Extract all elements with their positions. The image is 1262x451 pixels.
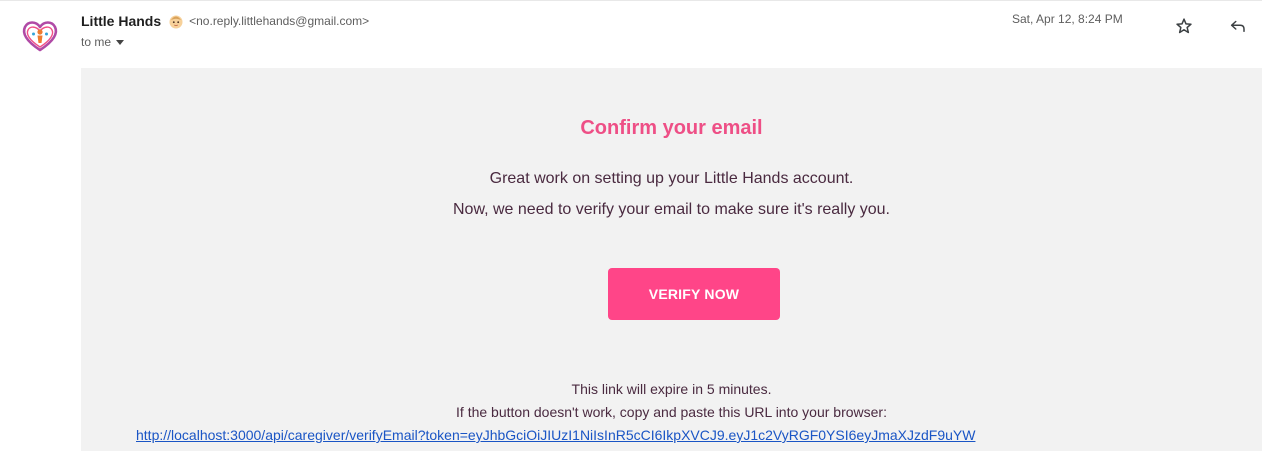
- star-button[interactable]: [1170, 12, 1198, 40]
- top-divider: [0, 0, 1262, 1]
- recipient-details-toggle[interactable]: to me: [81, 32, 125, 52]
- little-hands-heart-logo-icon: [22, 21, 58, 52]
- email-body: Confirm your email Great work on setting…: [81, 68, 1262, 451]
- recipient-label: to me: [81, 35, 112, 49]
- star-icon: [1176, 18, 1192, 34]
- sender-avatar[interactable]: [20, 16, 60, 56]
- baby-icon: [169, 15, 183, 29]
- caret-down-icon: [116, 39, 125, 45]
- sender-email: <no.reply.littlehands@gmail.com>: [189, 14, 370, 28]
- verify-now-button[interactable]: VERIFY NOW: [608, 268, 780, 320]
- reply-icon: [1230, 20, 1245, 32]
- sender-line: Little Hands <no.reply.littlehands@gmail…: [81, 11, 369, 31]
- verify-url-link[interactable]: http://localhost:3000/api/caregiver/veri…: [136, 427, 975, 443]
- reply-button[interactable]: [1224, 12, 1252, 40]
- fallback-instructions: If the button doesn't work, copy and pas…: [456, 404, 887, 420]
- message-line-1: Great work on setting up your Little Han…: [489, 170, 854, 187]
- email-title: Confirm your email: [580, 117, 763, 139]
- sender-name[interactable]: Little Hands: [81, 13, 161, 29]
- expiry-text: This link will expire in 5 minutes.: [571, 381, 772, 397]
- message-line-2: Now, we need to verify your email to mak…: [452, 201, 890, 218]
- email-date: Sat, Apr 12, 8:24 PM: [1012, 12, 1123, 26]
